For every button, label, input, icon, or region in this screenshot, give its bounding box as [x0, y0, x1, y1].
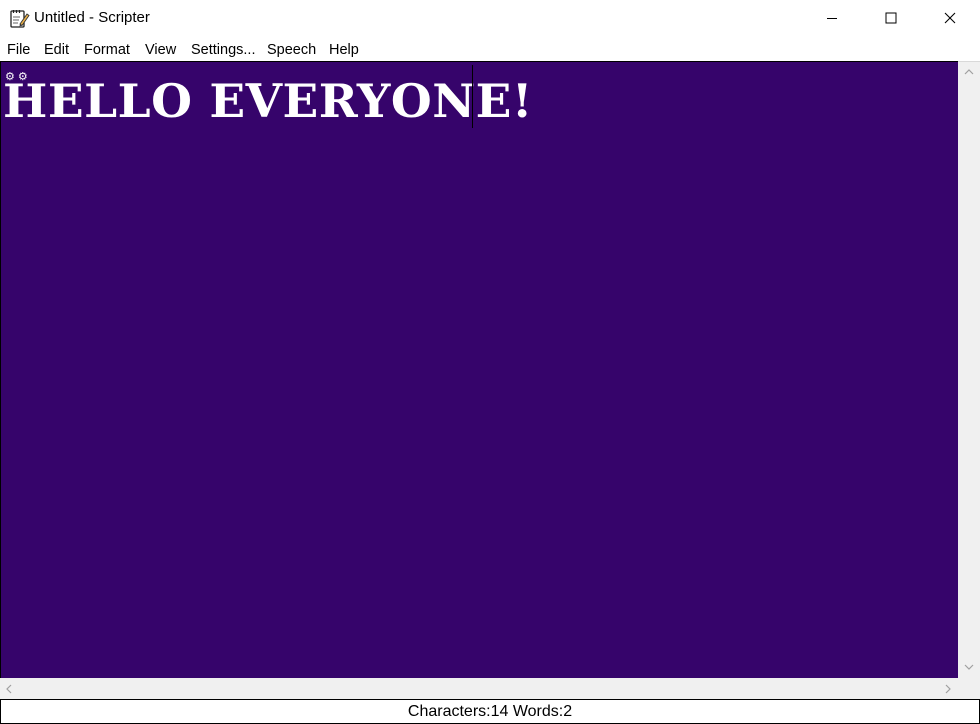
- horizontal-scrollbar[interactable]: [0, 678, 958, 699]
- minimize-button[interactable]: [803, 0, 861, 36]
- maximize-button[interactable]: [862, 0, 920, 36]
- vertical-scrollbar[interactable]: [958, 61, 980, 678]
- scrollbar-corner: [958, 678, 980, 699]
- menu-bar: File Edit Format View Settings... Speech…: [0, 38, 980, 61]
- notepad-pencil-icon[interactable]: [8, 7, 30, 29]
- scroll-left-icon[interactable]: [5, 684, 13, 694]
- menu-settings[interactable]: Settings...: [191, 41, 255, 59]
- close-icon: [944, 12, 956, 24]
- scroll-down-icon[interactable]: [964, 663, 974, 671]
- text-editor[interactable]: ⚙ ⚙ HELLO EVERYONE!: [0, 61, 958, 678]
- minimize-icon: [827, 18, 837, 19]
- menu-format[interactable]: Format: [84, 41, 130, 59]
- menu-speech[interactable]: Speech: [267, 41, 316, 59]
- close-button[interactable]: [921, 0, 979, 36]
- menu-view[interactable]: View: [145, 41, 176, 59]
- menu-help[interactable]: Help: [329, 41, 359, 59]
- title-bar: Untitled - Scripter: [0, 0, 980, 36]
- scroll-up-icon[interactable]: [964, 68, 974, 76]
- scroll-right-icon[interactable]: [944, 684, 952, 694]
- status-bar: Characters:14 Words:2: [0, 699, 980, 724]
- window-title: Untitled - Scripter: [34, 9, 150, 26]
- maximize-icon: [885, 12, 897, 24]
- status-counts: Characters:14 Words:2: [407, 703, 573, 720]
- menu-file[interactable]: File: [7, 41, 30, 59]
- text-caret: [472, 65, 473, 128]
- menu-edit[interactable]: Edit: [44, 41, 69, 59]
- editor-text[interactable]: HELLO EVERYONE!: [3, 76, 533, 126]
